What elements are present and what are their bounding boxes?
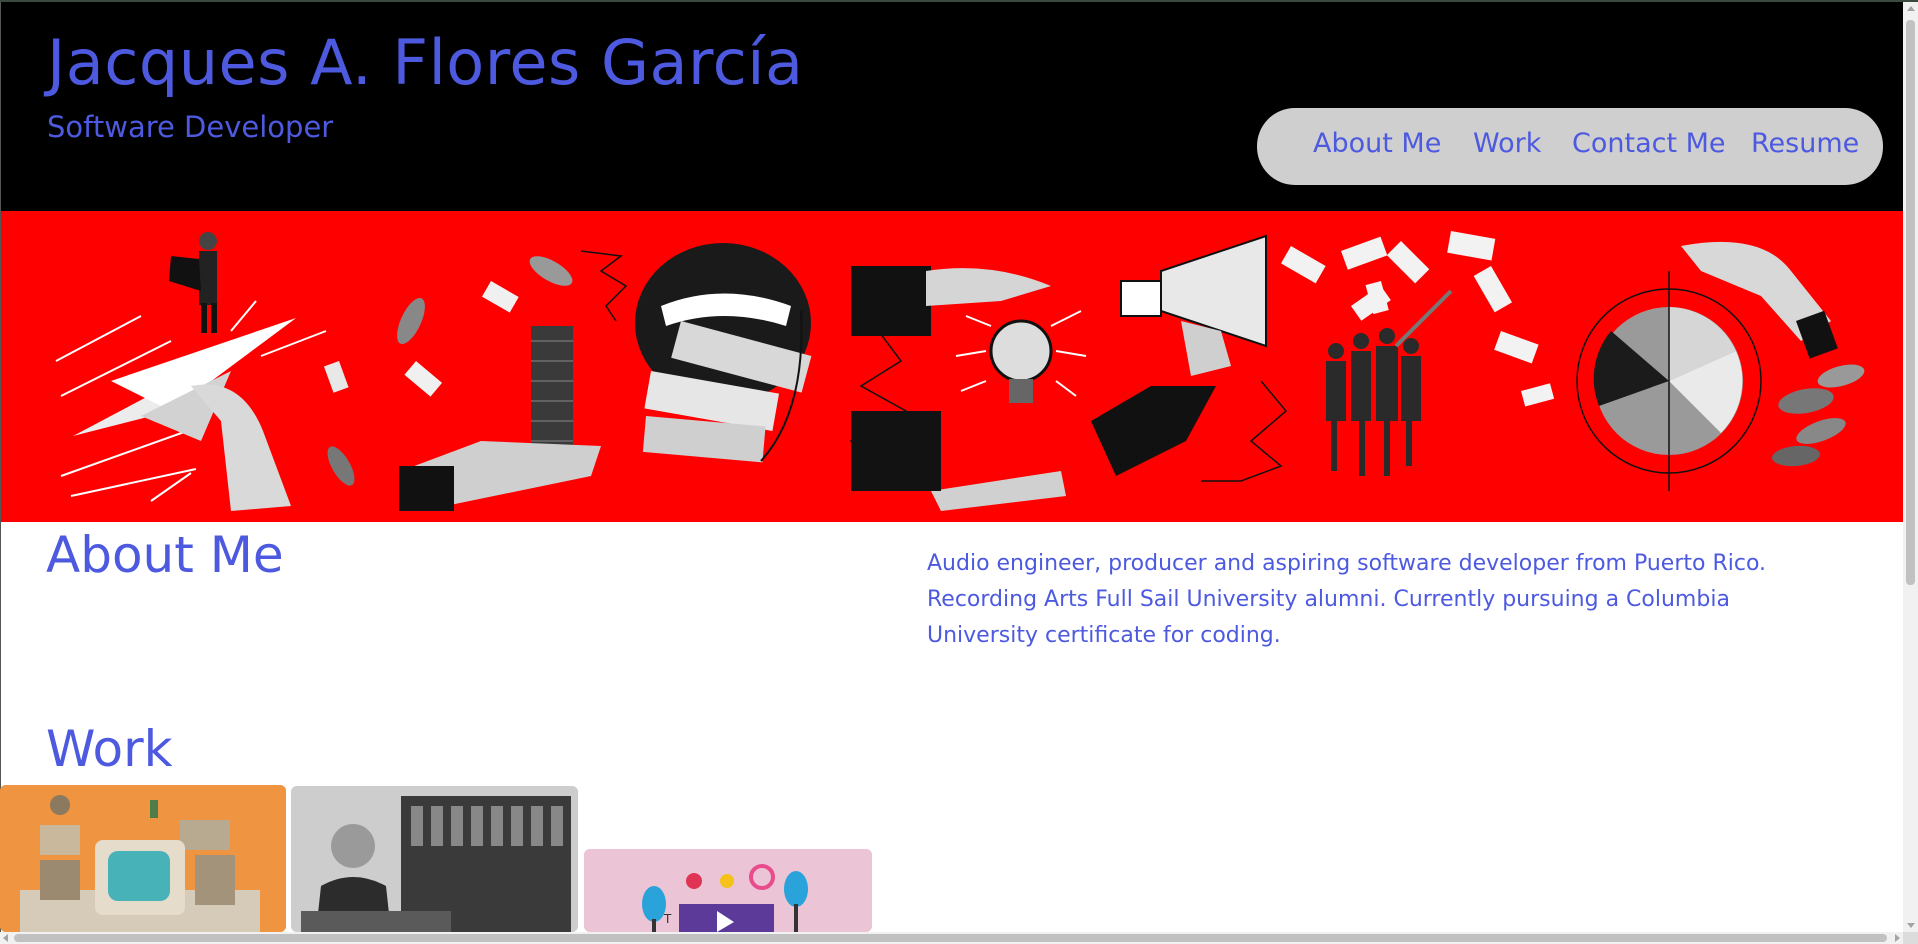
retro-electronics-image [0, 785, 286, 932]
synthesizer-portrait-image [291, 786, 578, 932]
main-nav: About Me Work Contact Me Resume [1257, 108, 1883, 185]
vertical-scrollbar[interactable] [1903, 2, 1918, 932]
mouth-money-graphic [635, 243, 812, 463]
svg-text:T: T [663, 912, 672, 926]
work-card-3[interactable]: T [584, 849, 872, 932]
work-card-1[interactable] [0, 785, 286, 932]
vertical-scrollbar-thumb[interactable] [1906, 20, 1915, 585]
nav-link-resume[interactable]: Resume [1751, 128, 1859, 159]
hero-banner [1, 211, 1903, 522]
site-header: Jacques A. Flores García Software Develo… [1, 2, 1903, 211]
horizontal-scrollbar-thumb[interactable] [14, 934, 1887, 942]
site-subtitle: Software Developer [47, 110, 334, 144]
people-group-graphic [1326, 289, 1453, 476]
collage-banner-image [55, 231, 1865, 511]
scrollbar-corner [1903, 932, 1918, 944]
megaphone-graphic [1091, 234, 1288, 482]
pie-chart-graphic [1576, 241, 1865, 491]
scroll-up-arrow-icon[interactable] [1907, 6, 1915, 11]
nav-link-work[interactable]: Work [1473, 128, 1541, 159]
scroll-left-arrow-icon[interactable] [3, 934, 8, 942]
lightbulb-graphic [849, 266, 1087, 511]
horizontal-scrollbar[interactable] [0, 932, 1903, 944]
coin-stack-graphic [323, 250, 628, 511]
design-tools-image: T [584, 849, 872, 932]
scroll-down-arrow-icon[interactable] [1907, 923, 1915, 928]
site-title: Jacques A. Flores García [47, 26, 804, 99]
paper-plane-graphic [55, 232, 327, 511]
nav-link-about-me[interactable]: About Me [1313, 128, 1441, 159]
work-card-2[interactable] [291, 786, 578, 932]
about-text: Audio engineer, producer and aspiring so… [927, 551, 1767, 648]
about-heading: About Me [46, 526, 284, 584]
scroll-right-arrow-icon[interactable] [1895, 934, 1900, 942]
work-heading: Work [46, 720, 173, 778]
nav-link-contact-me[interactable]: Contact Me [1572, 128, 1726, 159]
